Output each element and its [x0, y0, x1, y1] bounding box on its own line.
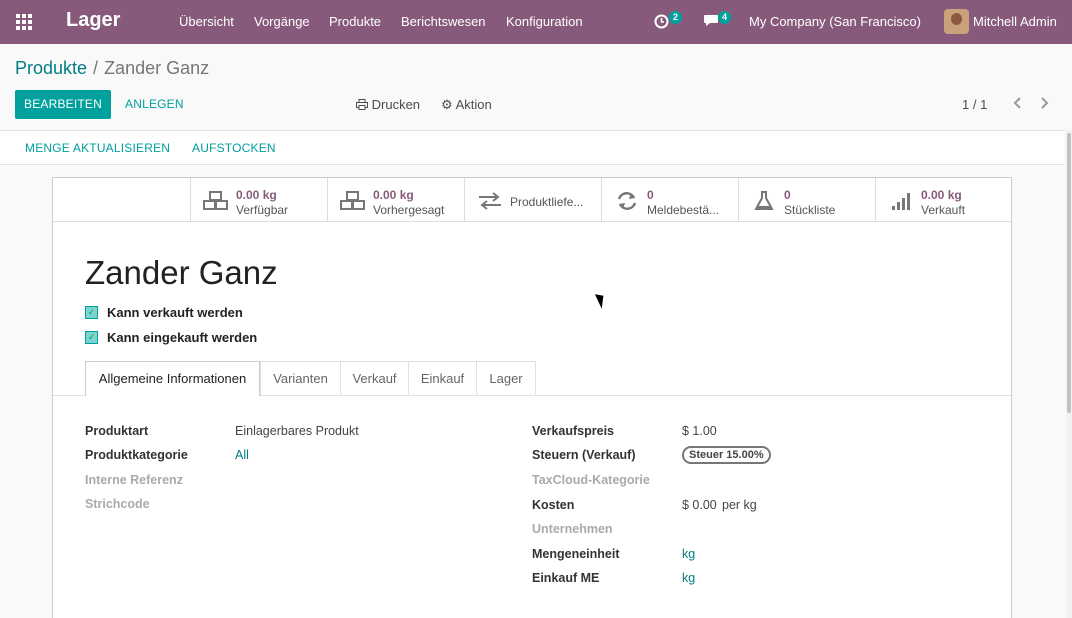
smart-button-forecasted[interactable]: 0.00 kg Vorhergesagt [327, 178, 464, 222]
can-be-purchased-label: Kann eingekauft werden [107, 330, 258, 345]
can-be-sold-checkbox[interactable]: ✓ [85, 306, 98, 319]
bom-label: Stückliste [784, 203, 836, 217]
sale-price-field[interactable]: $ 1.00 [682, 424, 717, 438]
print-label: Drucken [371, 97, 421, 112]
tab-sales[interactable]: Verkauf [341, 361, 409, 395]
barcode-label: Strichcode [85, 497, 150, 511]
menu-operations[interactable]: Vorgänge [254, 14, 310, 29]
scrollbar[interactable] [1066, 130, 1072, 618]
pager-previous-icon[interactable] [1012, 97, 1022, 109]
purchase-uom-label: Einkauf ME [532, 571, 600, 585]
smart-button-product-moves[interactable]: Produktliefe... [464, 178, 601, 222]
form-tabs: Allgemeine Informationen Varianten Verka… [53, 361, 1011, 396]
breadcrumb-current: Zander Ganz [104, 58, 210, 78]
user-menu[interactable]: Mitchell Admin [973, 14, 1057, 29]
top-navbar: Lager Übersicht Vorgänge Produkte Berich… [0, 0, 1072, 44]
menu-overview[interactable]: Übersicht [179, 14, 234, 29]
sold-value: 0.00 kg [921, 188, 962, 202]
product-category-label: Produktkategorie [85, 448, 188, 462]
forecasted-value: 0.00 kg [373, 188, 414, 202]
reordering-rules-value: 0 [647, 188, 654, 202]
smart-buttons-row: 0.00 kg Verfügbar 0.00 kg Vorhergesagt P… [53, 178, 1011, 222]
product-name[interactable]: Zander Ganz [85, 254, 278, 292]
form-statusbar: MENGE AKTUALISIEREN AUFSTOCKEN [0, 130, 1064, 165]
edit-button[interactable]: BEARBEITEN [15, 90, 111, 119]
menu-products[interactable]: Produkte [329, 14, 381, 29]
product-type-label: Produktart [85, 424, 149, 438]
purchase-uom-field[interactable]: kg [682, 571, 695, 585]
exchange-icon [479, 192, 501, 210]
product-category-field[interactable]: All [235, 448, 249, 462]
breadcrumb-parent[interactable]: Produkte [15, 58, 87, 78]
company-switcher[interactable]: My Company (San Francisco) [749, 14, 921, 29]
forecasted-label: Vorhergesagt [373, 203, 445, 217]
cubes-icon [203, 191, 228, 210]
menu-reporting[interactable]: Berichtswesen [401, 14, 486, 29]
update-quantity-button[interactable]: MENGE AKTUALISIEREN [25, 141, 170, 155]
tax-tag[interactable]: Steuer 15.00% [682, 446, 771, 464]
sale-price-label: Verkaufspreis [532, 424, 614, 438]
uom-field[interactable]: kg [682, 547, 695, 561]
activity-count-badge: 2 [669, 11, 682, 24]
can-be-purchased-checkbox[interactable]: ✓ [85, 331, 98, 344]
print-dropdown[interactable]: Drucken [356, 97, 420, 112]
uom-label: Mengeneinheit [532, 547, 620, 561]
taxcloud-category-label: TaxCloud-Kategorie [532, 473, 650, 487]
pager-next-icon[interactable] [1040, 97, 1050, 109]
tab-inventory[interactable]: Lager [477, 361, 536, 395]
action-dropdown[interactable]: ⚙ Aktion [441, 97, 492, 113]
scrollbar-thumb[interactable] [1067, 133, 1071, 413]
smart-button-reordering-rules[interactable]: 0 Meldebestä... [601, 178, 738, 222]
messages-icon[interactable] [703, 14, 719, 28]
reordering-rules-label: Meldebestä... [647, 203, 720, 217]
available-label: Verfügbar [236, 203, 289, 217]
cost-field[interactable]: $ 0.00 [682, 498, 717, 512]
product-moves-label: Produktliefe... [510, 195, 584, 209]
tab-general-information[interactable]: Allgemeine Informationen [85, 361, 260, 396]
can-be-sold-label: Kann verkauft werden [107, 305, 243, 320]
message-count-badge: 4 [718, 11, 731, 24]
smart-button-sold[interactable]: 0.00 kg Verkauft [875, 178, 1011, 222]
app-name[interactable]: Lager [66, 9, 120, 32]
pager-value[interactable]: 1 / 1 [962, 97, 987, 112]
customer-taxes-label: Steuern (Verkauf) [532, 448, 636, 462]
company-label: Unternehmen [532, 522, 613, 536]
available-value: 0.00 kg [236, 188, 277, 202]
replenish-button[interactable]: AUFSTOCKEN [192, 141, 276, 155]
smart-button-available[interactable]: 0.00 kg Verfügbar [190, 178, 327, 222]
create-button[interactable]: ANLEGEN [125, 97, 184, 111]
cost-label: Kosten [532, 498, 575, 512]
internal-reference-label: Interne Referenz [85, 473, 183, 487]
cost-unit: per kg [722, 498, 757, 512]
tab-variants[interactable]: Varianten [260, 361, 341, 395]
action-label: Aktion [455, 97, 492, 112]
menu-configuration[interactable]: Konfiguration [506, 14, 583, 29]
activity-clock-icon[interactable] [654, 14, 669, 29]
tab-purchase[interactable]: Einkauf [409, 361, 477, 395]
smart-button-bom[interactable]: 0 Stückliste [738, 178, 875, 222]
breadcrumb: Produkte / Zander Ganz [15, 58, 209, 79]
bom-value: 0 [784, 188, 791, 202]
user-avatar[interactable] [944, 9, 969, 34]
form-sheet: 0.00 kg Verfügbar 0.00 kg Vorhergesagt P… [52, 177, 1012, 618]
refresh-icon [617, 192, 637, 210]
apps-menu-icon[interactable] [16, 14, 32, 30]
flask-icon [754, 191, 774, 210]
print-icon [356, 99, 368, 110]
gear-icon: ⚙ [441, 97, 453, 112]
cubes-icon [340, 191, 365, 210]
sold-label: Verkauft [921, 203, 966, 217]
product-type-field[interactable]: Einlagerbares Produkt [235, 424, 359, 438]
breadcrumb-separator: / [93, 58, 99, 78]
signal-icon [892, 193, 910, 210]
